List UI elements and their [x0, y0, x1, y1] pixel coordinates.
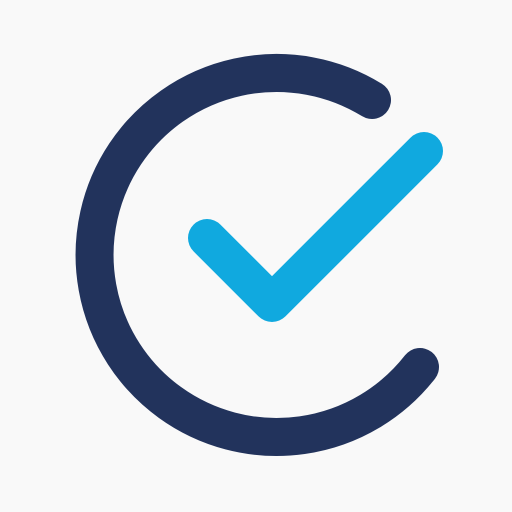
open-circle-arc [75, 53, 439, 456]
app-icon [0, 0, 512, 512]
check-circle-icon [75, 53, 443, 456]
checkmark [188, 132, 443, 322]
